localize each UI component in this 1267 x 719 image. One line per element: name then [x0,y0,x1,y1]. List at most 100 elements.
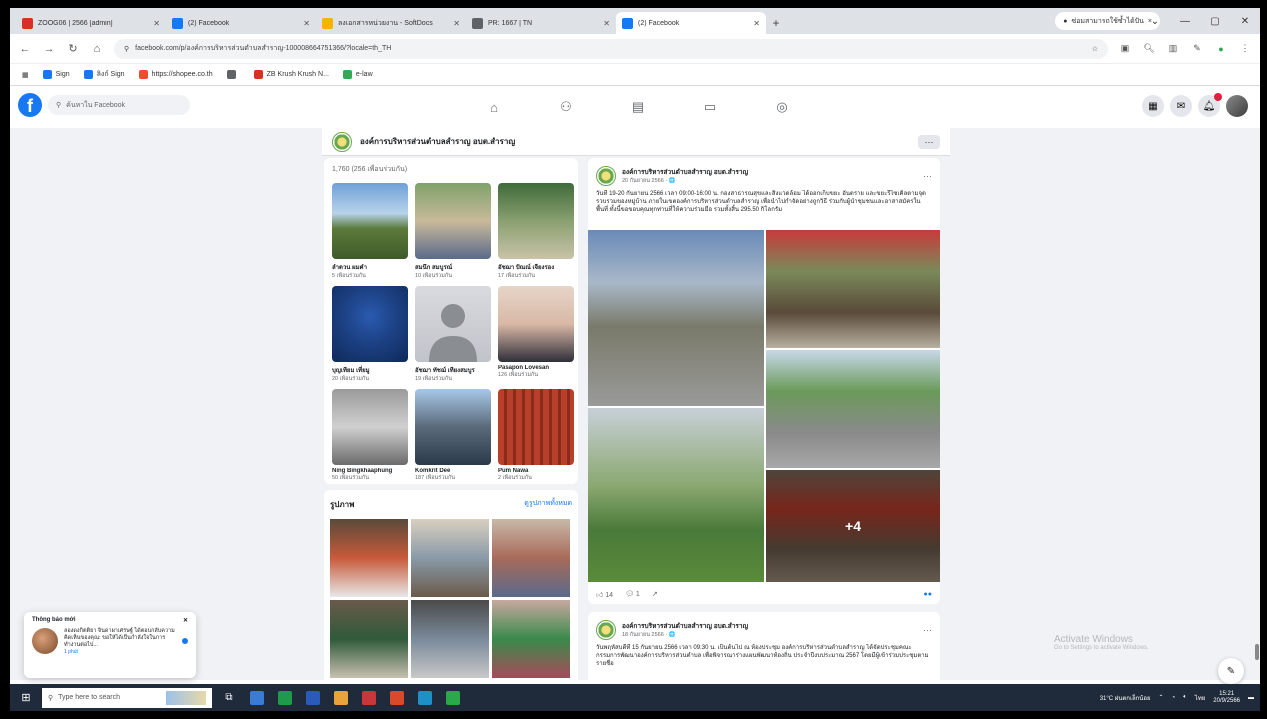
friend-photo[interactable] [415,183,491,259]
bookmark-item[interactable]: https://shopee.co.th [138,69,213,80]
puzzle-icon[interactable]: ✎ [1190,42,1204,56]
site-info-icon[interactable]: ⚲ [124,45,129,53]
close-icon[interactable]: ✕ [603,19,610,28]
menu-grid-icon[interactable]: ▦ [1142,95,1164,117]
close-window-button[interactable]: ✕ [1230,8,1260,34]
notification-popup[interactable]: Thông báo mới ✕ ลองดงกิตติยา จินดาผาเศรษ… [24,612,196,678]
browser-tab[interactable]: ZOOG06 | 2566 [admin] ✕ [16,12,166,34]
page-logo[interactable] [332,131,352,152]
marketplace-icon[interactable]: ▭ [674,86,746,128]
close-icon[interactable]: ✕ [303,19,310,28]
browser-tab[interactable]: ลงเอกสารหน่วยงาน - SoftDocs ✕ [316,12,466,34]
bookmark-item[interactable]: e-law [342,69,373,80]
forward-button[interactable]: → [42,42,56,56]
star-icon[interactable]: ☆ [1092,45,1098,53]
friend-photo[interactable] [332,183,408,259]
minimize-button[interactable]: — [1170,8,1200,34]
reload-button[interactable]: ↻ [66,42,80,56]
post-options-icon[interactable]: ··· [923,171,932,181]
friend-photo[interactable] [498,389,574,465]
maximize-button[interactable]: ▢ [1200,8,1230,34]
post-photo[interactable] [588,230,764,406]
browser-tab[interactable]: (2) Facebook ✕ [166,12,316,34]
post-date[interactable]: 20 กันยายน 2566 · 🌐 [622,177,748,185]
taskbar-search-input[interactable]: ⚲ Type here to search [42,687,212,708]
friend-tile[interactable]: Pum Nawa 2 เพื่อนร่วมกัน [498,389,574,482]
search-icon[interactable]: 🔍︎ [1142,42,1156,56]
account-icon[interactable]: ● [1214,42,1228,56]
taskbar-app-icon[interactable] [274,687,296,709]
extension-icon[interactable]: ▣ [1118,42,1132,56]
friend-photo[interactable] [332,389,408,465]
avatar[interactable] [1226,95,1248,117]
photo-thumbnail[interactable] [492,600,570,678]
post-options-icon[interactable]: ··· [923,625,932,635]
post-photo[interactable] [766,350,940,468]
apps-icon[interactable]: ▦ [22,71,29,79]
chevron-down-icon[interactable]: ⌄ [1140,8,1170,34]
close-icon[interactable]: ✕ [453,19,460,28]
friend-tile[interactable]: Komkrit Dee 187 เพื่อนร่วมกัน [415,389,491,482]
clock[interactable]: 15:21 20/9/2566 [1213,691,1240,705]
gaming-icon[interactable]: ◎ [746,86,818,128]
close-icon[interactable]: ✕ [753,19,760,28]
friend-tile[interactable]: อัชฌา ปัณณ์ เจียงรอง 17 เพื่อนร่วมกัน [498,183,574,280]
bookmark-item[interactable]: ZB Krush Krush N... [253,69,329,80]
friend-photo[interactable] [415,286,491,362]
friend-name[interactable]: อัชฌา ทัชฌ์ เทียงสมบูร [415,365,491,375]
photo-thumbnail[interactable] [411,600,489,678]
browser-tab[interactable]: (2) Facebook ✕ [616,12,766,34]
photo-thumbnail[interactable] [492,519,570,597]
network-icon[interactable]: ◔ [1172,695,1176,701]
friend-name[interactable]: ลำดวน ผมคำ [332,262,408,272]
friend-photo[interactable] [498,286,574,362]
friend-tile[interactable]: อัชฌา ทัชฌ์ เทียงสมบูร 19 เพื่อนร่วมกัน [415,286,491,383]
friend-tile[interactable]: สมนึก สมบูรณ์ 10 เพื่อนร่วมกัน [415,183,491,280]
post-date[interactable]: 18 กันยายน 2566 · 🌐 [622,631,748,639]
more-button[interactable]: ··· [918,134,940,149]
close-icon[interactable]: ✕ [183,617,188,624]
messenger-icon[interactable]: ✉ [1170,95,1192,117]
photo-thumbnail[interactable] [411,519,489,597]
bookmark-item[interactable] [226,69,240,80]
new-tab-button[interactable]: + [766,12,786,34]
taskbar-app-icon[interactable] [414,687,436,709]
friend-name[interactable]: บุญเทียม เที่ยมู [332,365,408,375]
friend-photo[interactable] [332,286,408,362]
taskbar-app-icon[interactable] [302,687,324,709]
bookmark-item[interactable]: ลิงก์ Sign [83,69,125,80]
task-view-icon[interactable]: ⧉ [218,687,240,709]
back-button[interactable]: ← [18,42,32,56]
friend-tile[interactable]: ลำดวน ผมคำ 5 เพื่อนร่วมกัน [332,183,408,280]
friends-icon[interactable]: ⚇ [530,86,602,128]
post-photo[interactable]: +4 [766,470,940,582]
home-icon[interactable]: ⌂ [458,86,530,128]
bell-icon[interactable]: 🔔︎ [1198,93,1222,117]
photo-thumbnail[interactable] [330,519,408,597]
menu-icon[interactable]: ⋮ [1238,42,1252,56]
home-button[interactable]: ⌂ [90,42,104,56]
comment-button[interactable]: 💬︎ 1 [625,590,640,598]
facebook-search-input[interactable]: ⚲ ค้นหาใน Facebook [48,95,190,115]
close-icon[interactable]: ✕ [153,19,160,28]
sidepanel-icon[interactable]: ▥ [1166,42,1180,56]
see-all-photos-link[interactable]: ดูรูปภาพทั้งหมด [524,498,572,511]
omnibox[interactable]: ⚲ facebook.com/p/องค์การบริหารส่วนตำบลสำ… [114,38,1108,59]
friend-photo[interactable] [498,183,574,259]
post-author[interactable]: องค์การบริหารส่วนตำบลสำราญ อบต.สำราญ [622,621,748,631]
photo-thumbnail[interactable] [330,600,408,678]
weather-widget[interactable]: 31°C ฝนตกเล็กน้อย [1100,693,1151,703]
scrollbar-thumb[interactable] [1255,644,1259,660]
post-avatar[interactable] [596,620,616,640]
scrollbar[interactable] [1254,128,1260,680]
post-photo[interactable] [766,230,940,348]
page-title[interactable]: องค์การบริหารส่วนตำบลสำราญ อบต.สำราญ [360,135,910,148]
post-author[interactable]: องค์การบริหารส่วนตำบลสำราญ อบต.สำราญ [622,167,748,177]
url-text[interactable]: facebook.com/p/องค์การบริหารส่วนตำบลสำรา… [135,43,1086,54]
like-button[interactable]: 👍︎ 14 [596,590,613,599]
new-message-button[interactable]: ✎ [1218,658,1244,684]
taskbar-app-icon[interactable] [386,687,408,709]
friend-tile[interactable]: Pasapon Lovesan 126 เพื่อนร่วมกัน [498,286,574,383]
volume-icon[interactable]: 🔈︎ [1183,694,1187,701]
chevron-up-icon[interactable]: ⌃ [1159,694,1164,701]
